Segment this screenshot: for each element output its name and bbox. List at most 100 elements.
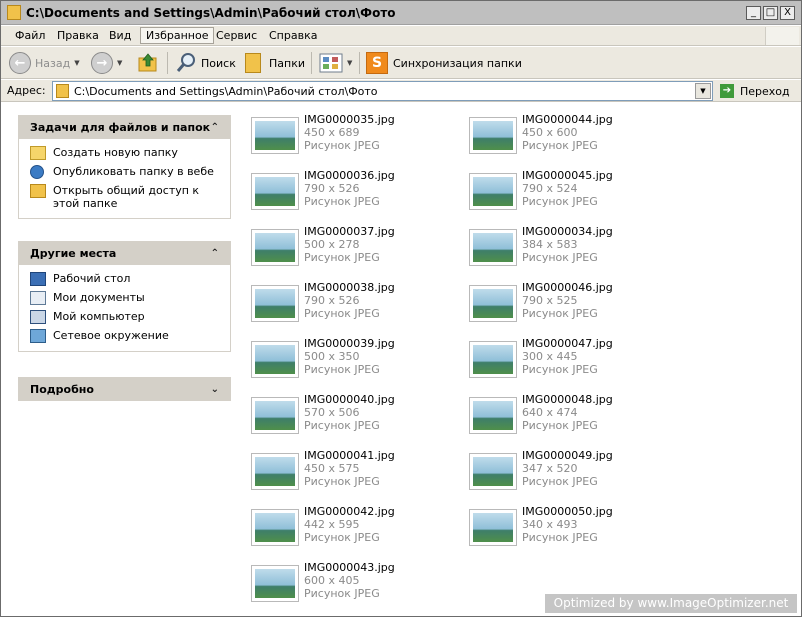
desktop-icon [30,272,46,286]
file-item[interactable]: IMG0000041.jpg 450 x 575 Рисунок JPEG [251,449,461,499]
folders-icon [245,53,261,73]
file-item[interactable]: IMG0000043.jpg 600 x 405 Рисунок JPEG [251,561,461,611]
file-type: Рисунок JPEG [522,195,598,208]
file-type: Рисунок JPEG [304,307,380,320]
image-thumbnail [251,565,299,602]
places-panel-body: Рабочий стол Мои документы Мой компьютер… [18,265,231,352]
file-item[interactable]: IMG0000036.jpg 790 x 526 Рисунок JPEG [251,169,461,219]
file-item[interactable]: IMG0000049.jpg 347 x 520 Рисунок JPEG [469,449,679,499]
network-icon [30,329,46,343]
file-item[interactable]: IMG0000042.jpg 442 x 595 Рисунок JPEG [251,505,461,555]
image-thumbnail [469,285,517,322]
close-button[interactable]: X [780,6,795,20]
file-dimensions: 340 x 493 [522,518,578,531]
file-type: Рисунок JPEG [522,531,598,544]
minimize-button[interactable]: _ [746,6,761,20]
menu-file[interactable]: Файл [15,29,45,42]
file-list: IMG0000035.jpg 450 x 689 Рисунок JPEG IM… [251,113,791,613]
chevron-down-icon: ▼ [74,59,80,67]
file-item[interactable]: IMG0000046.jpg 790 x 525 Рисунок JPEG [469,281,679,331]
up-button[interactable] [137,51,159,75]
toolbar-separator [167,52,168,74]
details-panel-title: Подробно [30,382,94,396]
folders-button[interactable]: Папки [245,51,305,75]
file-item[interactable]: IMG0000034.jpg 384 x 583 Рисунок JPEG [469,225,679,275]
file-dimensions: 790 x 525 [522,294,578,307]
details-panel-header[interactable]: Подробно ⌄ [18,377,231,401]
menu-view[interactable]: Вид [109,29,131,42]
menu-help[interactable]: Справка [269,29,317,42]
file-item[interactable]: IMG0000039.jpg 500 x 350 Рисунок JPEG [251,337,461,387]
places-panel-header[interactable]: Другие места ⌃ [18,241,231,265]
file-item[interactable]: IMG0000050.jpg 340 x 493 Рисунок JPEG [469,505,679,555]
place-my-computer[interactable]: Мой компьютер [30,310,224,324]
sync-label: Синхронизация папки [393,56,522,70]
file-item[interactable]: IMG0000045.jpg 790 x 524 Рисунок JPEG [469,169,679,219]
places-panel: Другие места ⌃ Рабочий стол Мои документ… [18,241,231,352]
file-item[interactable]: IMG0000048.jpg 640 x 474 Рисунок JPEG [469,393,679,443]
task-share-folder[interactable]: Открыть общий доступ к этой папке [30,184,224,210]
file-item[interactable]: IMG0000047.jpg 300 x 445 Рисунок JPEG [469,337,679,387]
sync-icon: S [366,52,388,74]
address-value: C:\Documents and Settings\Admin\Рабочий … [74,85,378,98]
tasks-panel-header[interactable]: Задачи для файлов и папок ⌃ [18,115,231,139]
file-name: IMG0000034.jpg [522,225,613,238]
watermark-text: Optimized by www.ImageOptimizer.net [545,594,797,613]
chevron-up-icon[interactable]: ⌃ [211,122,219,133]
place-network[interactable]: Сетевое окружение [30,329,224,343]
back-button[interactable]: ← Назад ▼ [9,51,80,75]
menu-favorites[interactable]: Избранное [140,27,215,44]
place-my-documents[interactable]: Мои документы [30,291,224,305]
file-name: IMG0000039.jpg [304,337,395,350]
image-thumbnail [469,509,517,546]
file-dimensions: 500 x 278 [304,238,360,251]
task-publish-web[interactable]: Опубликовать папку в вебе [30,165,224,179]
file-item[interactable]: IMG0000035.jpg 450 x 689 Рисунок JPEG [251,113,461,163]
menu-edit[interactable]: Правка [57,29,99,42]
file-type: Рисунок JPEG [522,251,598,264]
file-item[interactable]: IMG0000044.jpg 450 x 600 Рисунок JPEG [469,113,679,163]
file-name: IMG0000038.jpg [304,281,395,294]
magnifier-icon [176,53,195,72]
image-thumbnail [251,341,299,378]
file-item[interactable]: IMG0000037.jpg 500 x 278 Рисунок JPEG [251,225,461,275]
address-label: Адрес: [7,84,46,97]
globe-icon [30,165,44,179]
file-item[interactable]: IMG0000038.jpg 790 x 526 Рисунок JPEG [251,281,461,331]
forward-button[interactable]: → ▼ [91,51,122,75]
task-label: Создать новую папку [53,146,178,159]
title-bar[interactable]: C:\Documents and Settings\Admin\Рабочий … [1,1,801,25]
task-new-folder[interactable]: Создать новую папку [30,146,224,160]
maximize-button[interactable]: □ [763,6,778,20]
search-button[interactable]: Поиск [175,51,236,75]
image-thumbnail [251,397,299,434]
content-area: Задачи для файлов и папок ⌃ Создать нову… [1,103,801,616]
image-thumbnail [251,509,299,546]
chevron-down-icon[interactable]: ⌄ [211,384,219,395]
file-type: Рисунок JPEG [522,307,598,320]
file-dimensions: 450 x 600 [522,126,578,139]
new-folder-icon [30,146,46,160]
place-label: Мои документы [53,291,145,304]
views-button[interactable]: ▼ [319,51,352,75]
file-item[interactable]: IMG0000040.jpg 570 x 506 Рисунок JPEG [251,393,461,443]
sync-button[interactable]: S Синхронизация папки [366,51,522,75]
file-name: IMG0000036.jpg [304,169,395,182]
place-desktop[interactable]: Рабочий стол [30,272,224,286]
address-dropdown-button[interactable]: ▼ [695,83,711,99]
file-name: IMG0000044.jpg [522,113,613,126]
tasks-panel-title: Задачи для файлов и папок [30,120,211,134]
go-button[interactable]: ➔ Переход [720,82,790,100]
file-type: Рисунок JPEG [522,475,598,488]
file-dimensions: 450 x 689 [304,126,360,139]
address-input[interactable]: C:\Documents and Settings\Admin\Рабочий … [52,81,713,101]
menu-tools[interactable]: Сервис [216,29,257,42]
file-type: Рисунок JPEG [304,363,380,376]
file-name: IMG0000040.jpg [304,393,395,406]
tasks-panel-body: Создать новую папку Опубликовать папку в… [18,139,231,219]
file-type: Рисунок JPEG [304,139,380,152]
chevron-up-icon[interactable]: ⌃ [211,248,219,259]
image-thumbnail [251,229,299,266]
back-arrow-icon: ← [9,52,31,74]
file-name: IMG0000042.jpg [304,505,395,518]
